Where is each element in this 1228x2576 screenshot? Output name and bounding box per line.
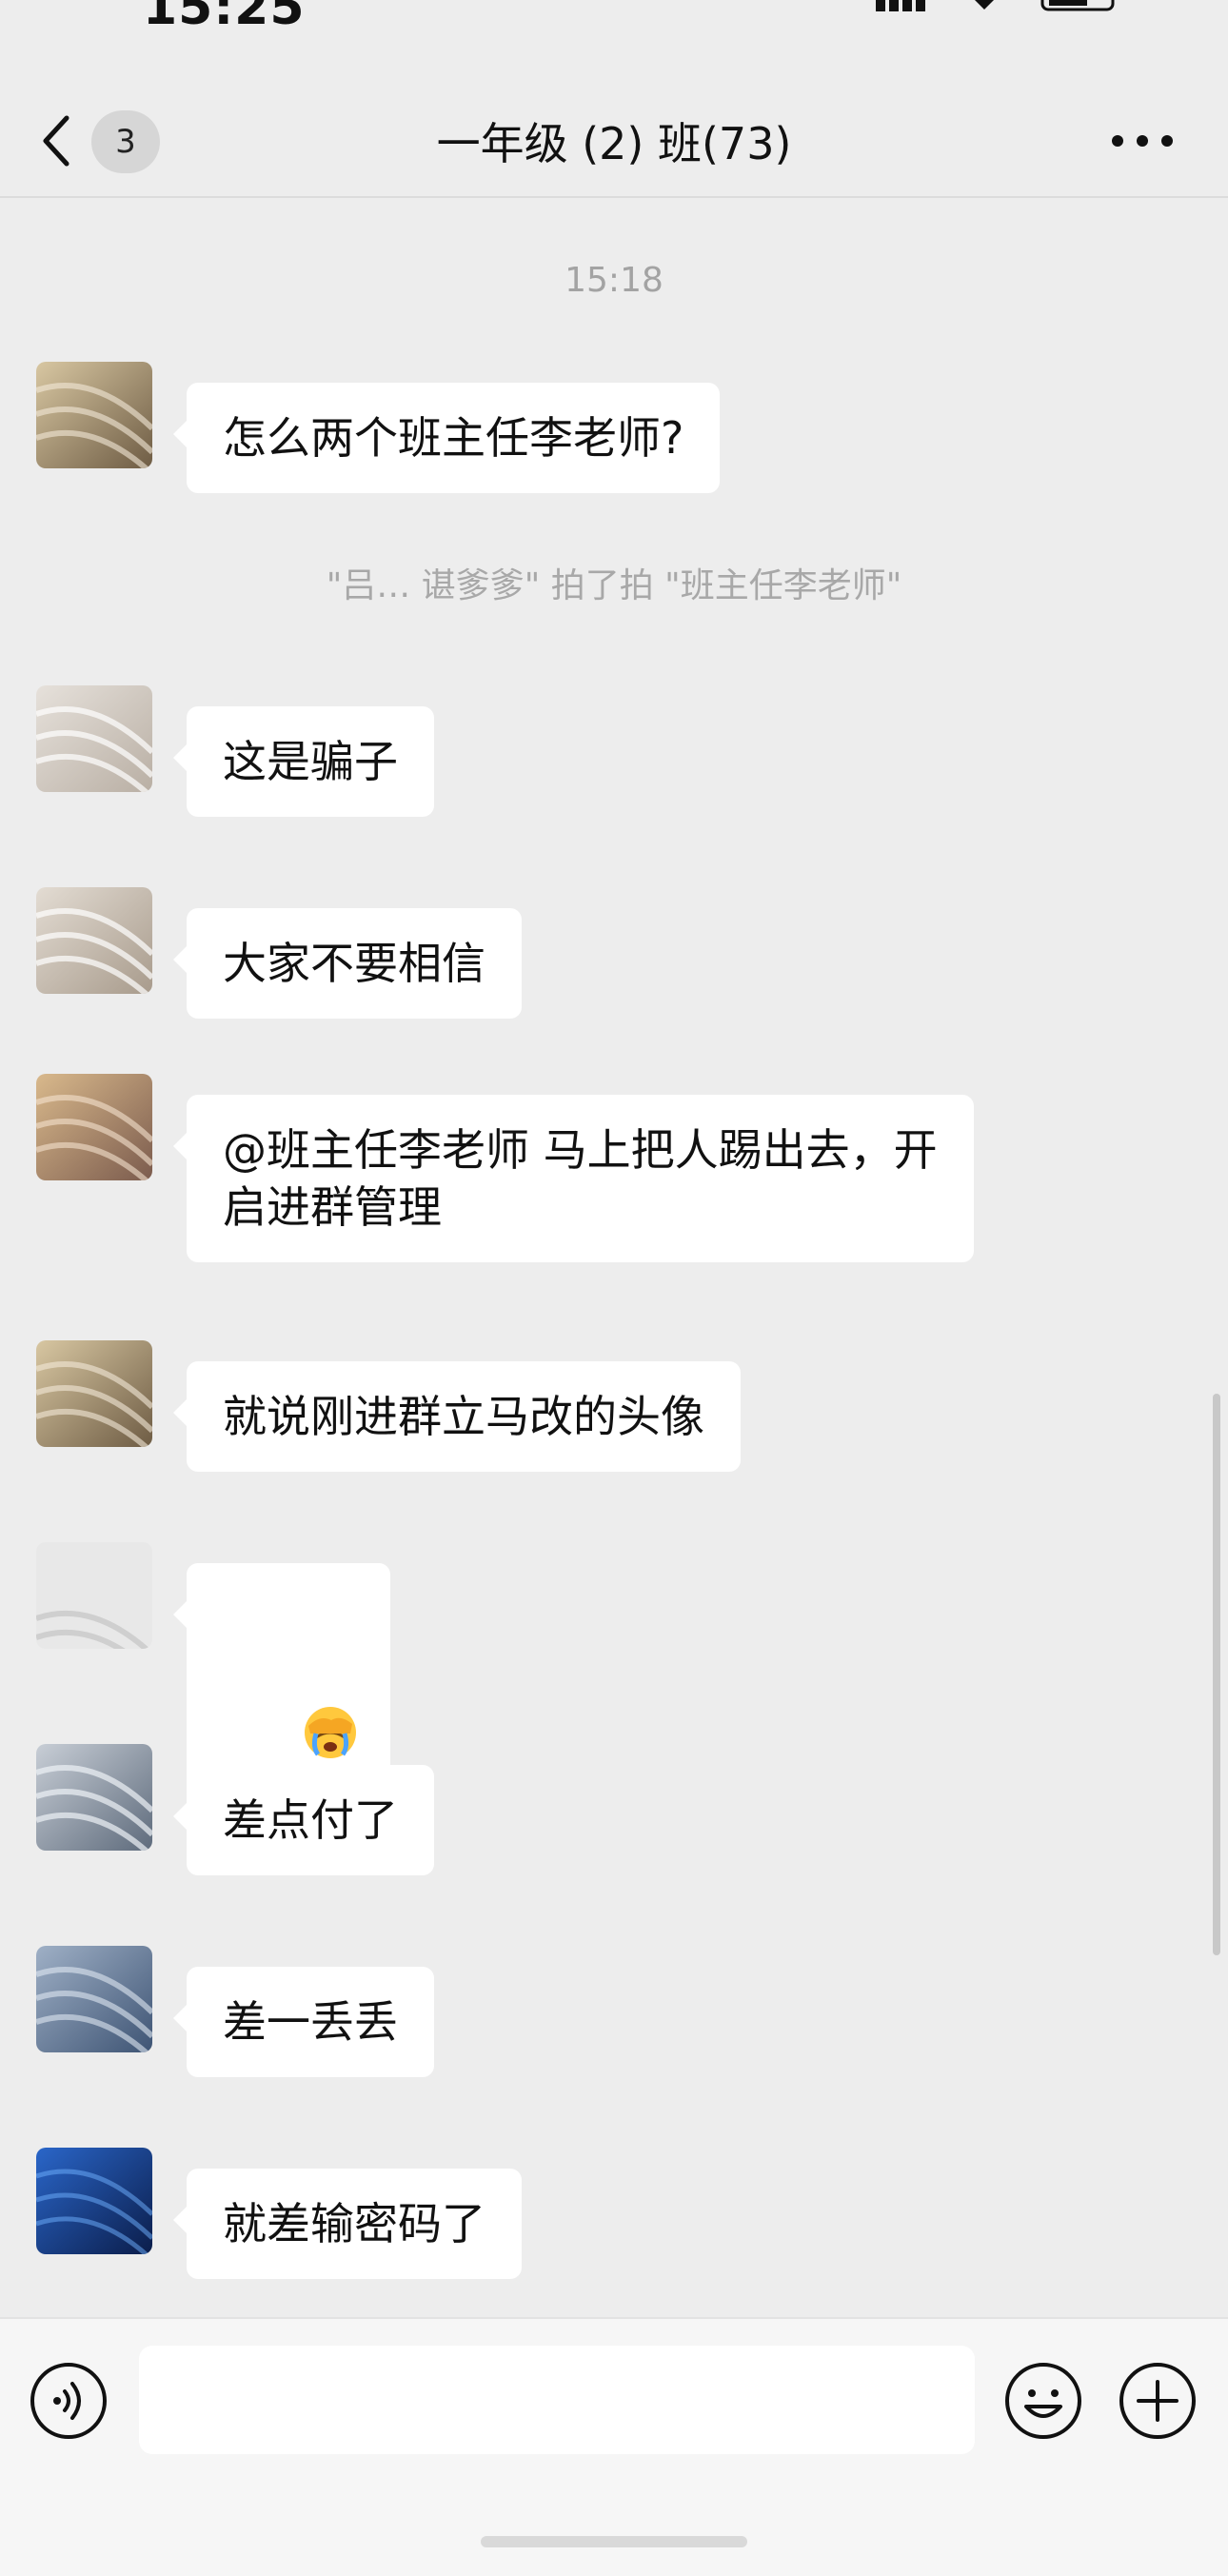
message-bubble[interactable]: @班主任李老师 马上把人踢出去，开 启进群管理	[173, 1095, 974, 1262]
emoji-icon[interactable]	[1003, 2361, 1083, 2441]
status-icons	[876, 0, 1115, 11]
message-timestamp: 15:18	[564, 261, 664, 300]
plus-icon[interactable]	[1118, 2361, 1198, 2441]
chat-header: 3 一年级 (2) 班(73)	[0, 91, 1228, 198]
message-bubble[interactable]: 大家不要相信	[173, 908, 522, 1019]
input-bar	[0, 2317, 1228, 2576]
message-bubble[interactable]: 差点付了	[173, 1765, 434, 1875]
avatar[interactable]	[36, 1340, 152, 1447]
avatar[interactable]	[36, 1744, 152, 1851]
avatar[interactable]	[36, 1946, 152, 2052]
message-bubble[interactable]: 就差输密码了	[173, 2169, 522, 2279]
chat-area[interactable]: 15:18 怎么两个班主任李老师? "吕… 谌爹爹" 拍了拍 "班主任李老师" …	[0, 198, 1228, 2317]
message-bubble[interactable]: 这是骗子	[173, 706, 434, 817]
back-button[interactable]: 3	[38, 99, 162, 185]
pat-notice: "吕… 谌爹爹" 拍了拍 "班主任李老师"	[326, 566, 902, 605]
avatar[interactable]	[36, 685, 152, 792]
status-bar: 15:25	[0, 0, 1228, 91]
message-bubble[interactable]: 就说刚进群立马改的头像	[173, 1361, 741, 1472]
message-input[interactable]	[139, 2346, 975, 2454]
message-bubble[interactable]: 差一丢丢	[173, 1967, 434, 2077]
more-icon[interactable]	[1104, 112, 1180, 169]
crying-face-emoji-icon	[304, 1706, 356, 1758]
voice-icon[interactable]	[29, 2361, 109, 2441]
scrollbar[interactable]	[1213, 1394, 1220, 1955]
avatar[interactable]	[36, 2148, 152, 2254]
chat-title: 一年级 (2) 班(73)	[436, 118, 792, 169]
avatar[interactable]	[36, 362, 152, 468]
status-time: 15:25	[143, 0, 306, 36]
chevron-left-icon	[43, 115, 69, 167]
avatar[interactable]	[36, 1074, 152, 1180]
avatar[interactable]	[36, 1542, 152, 1649]
unread-badge: 3	[91, 110, 160, 173]
avatar[interactable]	[36, 887, 152, 994]
home-indicator	[481, 2536, 747, 2547]
message-bubble[interactable]: 怎么两个班主任李老师?	[172, 383, 721, 493]
